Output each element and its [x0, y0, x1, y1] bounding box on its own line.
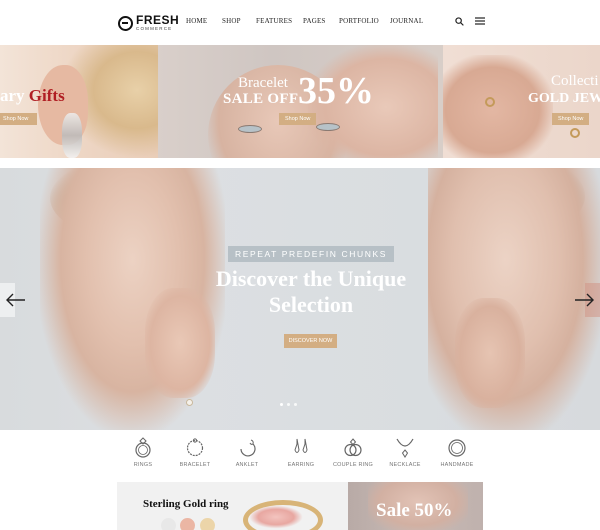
banner-discount-percent: 35% — [298, 70, 374, 112]
arrow-right-icon[interactable] — [574, 292, 594, 308]
ring-icon — [135, 437, 151, 458]
nav-home[interactable]: HOME — [186, 17, 222, 25]
banner-gifts-title: ary Gifts — [0, 86, 65, 105]
category-bracelet[interactable]: BRACELET — [167, 437, 223, 468]
hamburger-menu-icon[interactable] — [475, 17, 485, 25]
main-nav: HOME SHOP FEATURES PAGES PORTFOLIO JOURN… — [186, 17, 430, 25]
banner-image-earring — [62, 113, 82, 158]
necklace-icon — [396, 438, 414, 458]
arrow-left-icon[interactable] — [6, 292, 26, 308]
nav-features[interactable]: FEATURES — [256, 17, 303, 25]
bracelet-icon — [186, 438, 204, 457]
logo-mark-icon — [118, 15, 133, 31]
ring-image — [485, 97, 495, 107]
category-necklace[interactable]: NECKLACE — [377, 437, 433, 468]
shop-now-button[interactable]: Shop Now — [552, 113, 590, 125]
category-earring[interactable]: EARRING — [273, 437, 329, 468]
nav-pages[interactable]: PAGES — [303, 17, 339, 25]
promo-title: Sterling Gold ring — [143, 498, 229, 510]
category-rings[interactable]: RINGS — [115, 437, 171, 468]
promo-banner-gifts[interactable]: ary Gifts Shop Now — [0, 45, 158, 158]
color-swatch-rose-gold[interactable] — [180, 518, 195, 530]
site-header: FRESH COMMERCE HOME SHOP FEATURES PAGES … — [0, 0, 600, 45]
hero-kicker-label: REPEAT PREDEFIN CHUNKS — [228, 246, 394, 262]
logo-main-text: FRESH — [136, 13, 180, 28]
slider-dots — [280, 403, 297, 406]
nav-journal[interactable]: JOURNAL — [390, 17, 430, 25]
promo-sterling-gold-ring[interactable]: Sterling Gold ring — [117, 482, 348, 530]
category-list: RINGS BRACELET ANKLET EARRING COUPLE RIN… — [120, 437, 480, 477]
discover-now-button[interactable]: DISCOVER NOW — [284, 334, 337, 348]
category-anklet[interactable]: ANKLET — [219, 437, 275, 468]
shop-now-button[interactable]: Shop Now — [279, 113, 317, 125]
category-couple-ring[interactable]: COUPLE RING — [325, 437, 381, 468]
banner-sale-off-text: SALE OFF — [223, 91, 299, 107]
hero-title: Discover the Unique Selection — [215, 266, 407, 317]
nav-shop[interactable]: SHOP — [222, 17, 256, 25]
banner-collection-title: Collecti — [551, 73, 599, 89]
hero-slider: REPEAT PREDEFIN CHUNKS Discover the Uniq… — [0, 168, 600, 430]
promo-sale-title: Sale 50% — [376, 500, 453, 521]
logo[interactable]: FRESH COMMERCE — [118, 12, 179, 34]
ring-product-image — [243, 500, 323, 530]
promo-sale[interactable]: Sale 50% — [348, 482, 483, 530]
slider-dot[interactable] — [294, 403, 297, 406]
pearl-pendant-image — [186, 399, 193, 406]
nav-portfolio[interactable]: PORTFOLIO — [339, 17, 390, 25]
logo-sub-text: COMMERCE — [136, 26, 173, 32]
promo-banner-bracelet[interactable]: Bracelet SALE OFF 35% Shop Now — [158, 45, 443, 158]
slider-dot[interactable] — [287, 403, 290, 406]
slider-dot[interactable] — [280, 403, 283, 406]
search-icon[interactable] — [455, 17, 464, 26]
color-swatch-silver[interactable] — [161, 518, 176, 530]
promo-banner-collection[interactable]: Collecti GOLD JEW Shop Now — [443, 45, 600, 158]
handmade-icon — [448, 439, 466, 457]
color-swatch-gold[interactable] — [200, 518, 215, 530]
earring-icon — [294, 438, 308, 453]
shop-now-button[interactable]: Shop Now — [0, 113, 37, 125]
anklet-icon — [240, 439, 256, 457]
category-handmade[interactable]: HANDMADE — [429, 437, 485, 468]
banner-bracelet-title: Bracelet — [238, 75, 288, 91]
ring-image — [570, 128, 580, 138]
couple-ring-icon — [344, 438, 362, 457]
banner-gold-jewelry-text: GOLD JEW — [528, 91, 600, 106]
